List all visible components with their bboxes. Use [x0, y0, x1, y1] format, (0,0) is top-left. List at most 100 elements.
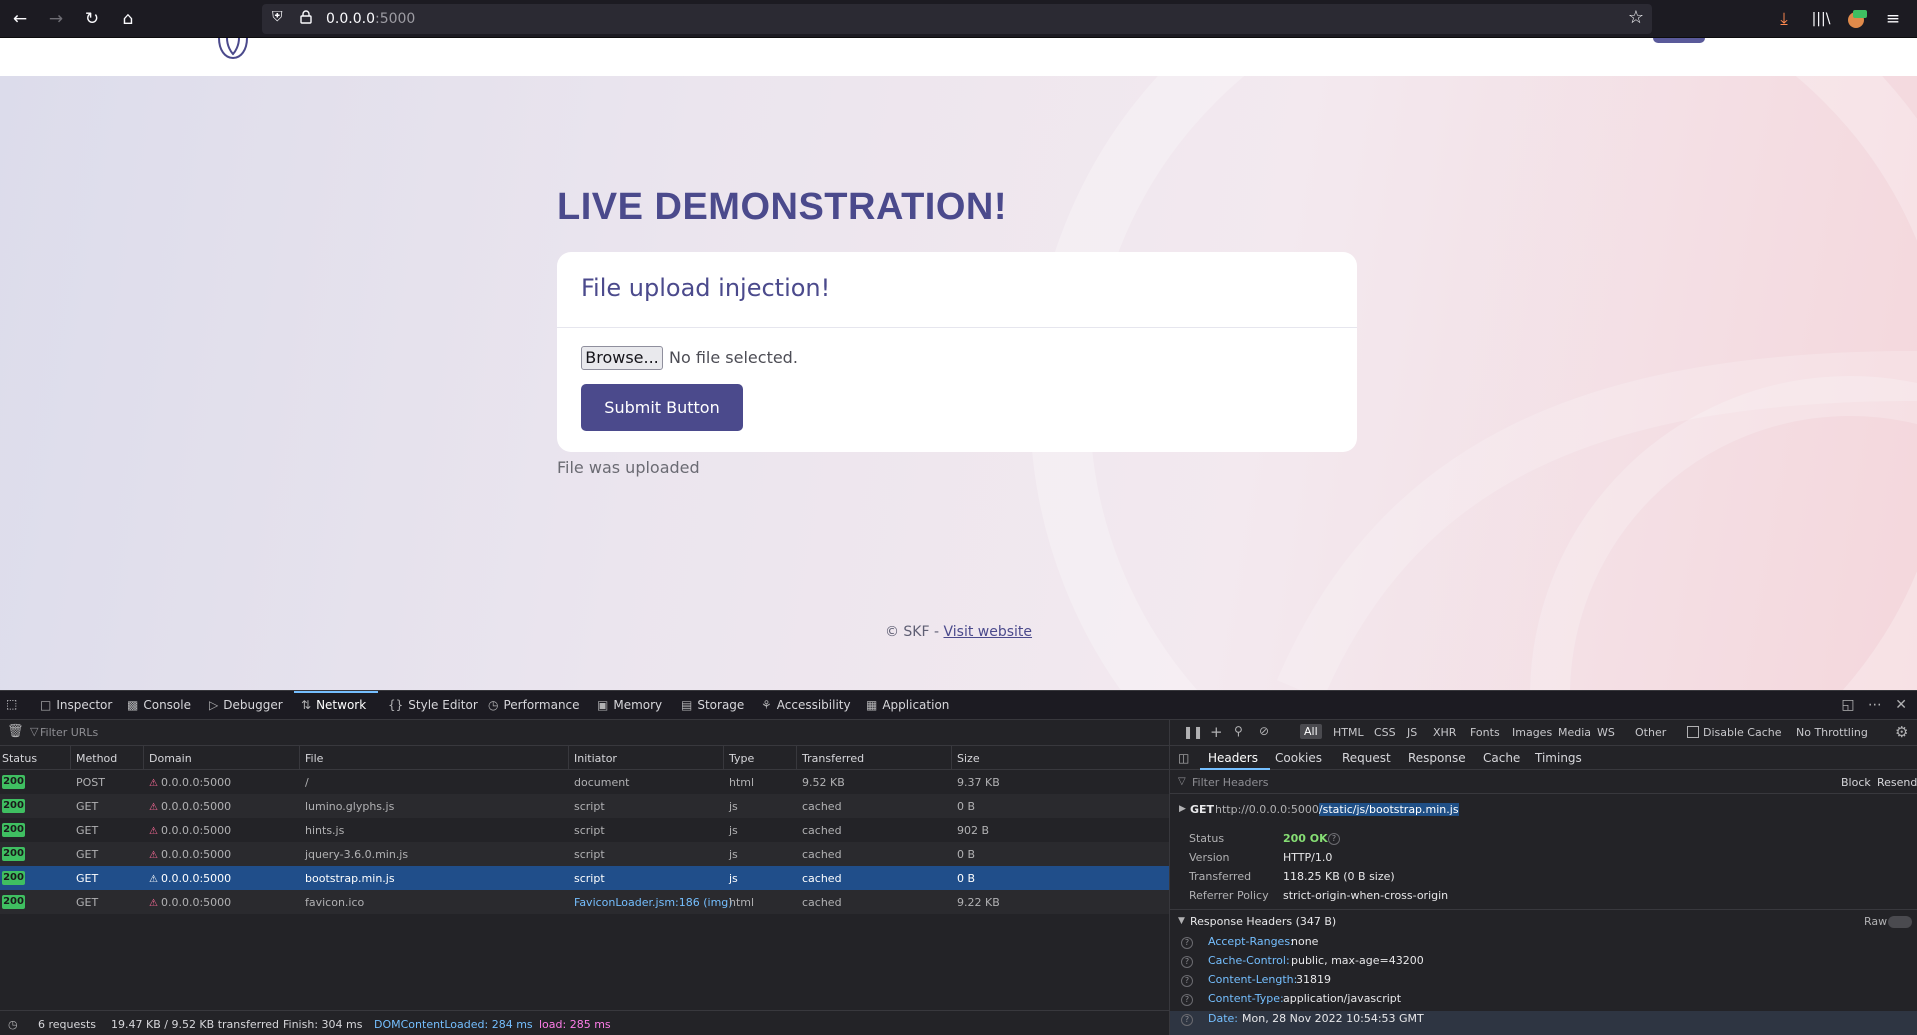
tab-headers[interactable]: Headers	[1208, 751, 1258, 765]
column-initiator[interactable]: Initiator	[574, 752, 617, 765]
tab-response[interactable]: Response	[1408, 751, 1466, 765]
tab-debugger[interactable]: ▷ Debugger	[209, 698, 283, 712]
search-icon[interactable]: ⚲	[1234, 724, 1243, 738]
more-options-icon[interactable]: ⋯	[1868, 697, 1882, 713]
submit-button[interactable]: Submit Button	[581, 384, 743, 431]
filter-type-images[interactable]: Images	[1512, 726, 1552, 739]
help-icon[interactable]: ?	[1181, 994, 1193, 1006]
bookmark-star-icon[interactable]: ☆	[1628, 7, 1644, 28]
cell-initiator-link[interactable]: FaviconLoader.jsm:186 (img)	[574, 896, 733, 909]
expand-triangle-icon[interactable]: ▶	[1179, 804, 1186, 814]
visit-website-link[interactable]: Visit website	[944, 624, 1033, 640]
filter-urls-input[interactable]: Filter URLs	[40, 726, 98, 739]
tab-cookies[interactable]: Cookies	[1275, 751, 1322, 765]
tab-timings[interactable]: Timings	[1535, 751, 1582, 765]
burp-extension-icon[interactable]	[1843, 6, 1869, 32]
add-icon[interactable]: +	[1210, 723, 1223, 741]
request-url-path: /static/js/bootstrap.min.js	[1318, 803, 1459, 816]
forward-arrow-icon[interactable]: →	[43, 6, 69, 32]
help-icon[interactable]: ?	[1328, 833, 1340, 845]
tab-cache[interactable]: Cache	[1483, 751, 1520, 765]
table-row[interactable]: 200 GET ⚠ 0.0.0.0:5000 jquery-3.6.0.min.j…	[0, 842, 1169, 866]
cell-domain: ⚠ 0.0.0.0:5000	[149, 800, 231, 813]
raw-toggle[interactable]	[1888, 916, 1912, 928]
table-row[interactable]: 200 GET ⚠ 0.0.0.0:5000 lumino.glyphs.js s…	[0, 794, 1169, 818]
tab-storage[interactable]: ▤ Storage	[681, 698, 744, 712]
column-size[interactable]: Size	[957, 752, 980, 765]
help-icon[interactable]: ?	[1181, 975, 1193, 987]
filter-type-all[interactable]: All	[1300, 724, 1322, 739]
lock-icon[interactable]	[300, 10, 312, 28]
network-toolbar: 🗑 ▽ Filter URLs	[0, 720, 1169, 746]
download-icon[interactable]: ⤓	[1771, 6, 1797, 32]
toggle-sidebar-icon[interactable]: ◫	[1178, 751, 1189, 765]
table-row[interactable]: 200 GET ⚠ 0.0.0.0:5000 favicon.ico Favico…	[0, 890, 1169, 914]
tab-label: Inspector	[56, 698, 113, 712]
help-icon[interactable]: ?	[1181, 956, 1193, 968]
tab-network[interactable]: ⇅ Network	[301, 698, 366, 712]
column-transferred[interactable]: Transferred	[802, 752, 864, 765]
column-domain[interactable]: Domain	[149, 752, 192, 765]
request-count: 6 requests	[38, 1018, 97, 1031]
tab-label: Network	[316, 698, 367, 712]
shield-icon[interactable]: ⛨	[272, 9, 283, 25]
pause-icon[interactable]: ❚❚	[1183, 725, 1203, 739]
reload-icon[interactable]: ↻	[79, 6, 105, 32]
filter-headers-input[interactable]: Filter Headers	[1192, 776, 1269, 789]
back-arrow-icon[interactable]: ←	[7, 6, 33, 32]
tab-request[interactable]: Request	[1342, 751, 1391, 765]
filter-type-media[interactable]: Media	[1558, 726, 1591, 739]
site-logo-icon[interactable]	[205, 38, 261, 60]
block-button[interactable]: Block	[1841, 776, 1871, 789]
tab-application[interactable]: ▦ Application	[866, 698, 949, 712]
tab-performance[interactable]: ◷ Performance	[488, 698, 580, 712]
cell-size: 9.22 KB	[957, 896, 1000, 909]
resend-button[interactable]: Resend	[1877, 776, 1917, 789]
table-row[interactable]: ? Date: Mon, 28 Nov 2022 10:54:53 GMT	[1170, 1011, 1917, 1035]
element-picker-icon[interactable]: ⬚	[6, 697, 17, 711]
dock-icon[interactable]: ◱	[1841, 697, 1854, 713]
table-row[interactable]: 200 GET ⚠ 0.0.0.0:5000 hints.js script js…	[0, 818, 1169, 842]
domain-text: 0.0.0.0:5000	[160, 800, 232, 813]
tab-style-editor[interactable]: {} Style Editor	[388, 698, 478, 712]
tab-inspector[interactable]: □ Inspector	[40, 698, 112, 712]
timer-icon[interactable]: ◷	[8, 1018, 18, 1031]
nav-button[interactable]	[1653, 38, 1705, 43]
clear-trash-icon[interactable]: 🗑	[7, 724, 24, 739]
column-method[interactable]: Method	[76, 752, 117, 765]
column-type[interactable]: Type	[729, 752, 754, 765]
url-bar[interactable]: ⛨ 0.0.0.0:5000 ☆	[262, 4, 1652, 34]
library-icon[interactable]: |||\	[1808, 6, 1834, 32]
hamburger-menu-icon[interactable]: ≡	[1880, 6, 1906, 32]
collapse-triangle-icon[interactable]: ▼	[1178, 916, 1185, 926]
cell-domain: ⚠ 0.0.0.0:5000	[149, 848, 231, 861]
filter-type-fonts[interactable]: Fonts	[1470, 726, 1500, 739]
column-status[interactable]: Status	[2, 752, 37, 765]
filter-type-other[interactable]: Other	[1635, 726, 1666, 739]
browse-file-button[interactable]: Browse...	[581, 346, 663, 370]
home-icon[interactable]: ⌂	[115, 6, 141, 32]
console-icon: ▩	[127, 698, 139, 712]
filter-type-ws[interactable]: WS	[1597, 726, 1615, 739]
response-headers-title[interactable]: Response Headers (347 B)	[1190, 915, 1336, 928]
column-file[interactable]: File	[305, 752, 323, 765]
tab-console[interactable]: ▩ Console	[127, 698, 191, 712]
tab-accessibility[interactable]: ⚘ Accessibility	[761, 698, 851, 712]
status-badge: 200	[2, 847, 25, 861]
filter-type-css[interactable]: CSS	[1374, 726, 1396, 739]
throttling-select[interactable]: No Throttling	[1796, 726, 1868, 739]
close-icon[interactable]: ✕	[1895, 697, 1907, 713]
disable-cache-checkbox[interactable]	[1687, 726, 1699, 738]
block-icon[interactable]: ⊘	[1259, 724, 1269, 738]
help-icon[interactable]: ?	[1181, 937, 1193, 949]
tab-memory[interactable]: ▣ Memory	[597, 698, 662, 712]
filter-type-html[interactable]: HTML	[1333, 726, 1364, 739]
table-row-selected[interactable]: 200 GET ⚠ 0.0.0.0:5000 bootstrap.min.js s…	[0, 866, 1169, 890]
filter-type-xhr[interactable]: XHR	[1433, 726, 1456, 739]
request-url[interactable]: http://0.0.0.0:5000/static/js/bootstrap.…	[1215, 803, 1459, 816]
settings-gear-icon[interactable]: ⚙	[1895, 723, 1908, 741]
cell-method: GET	[76, 824, 99, 837]
filter-type-js[interactable]: JS	[1407, 726, 1417, 739]
table-row[interactable]: 200 POST ⚠ 0.0.0.0:5000 / document html 9…	[0, 770, 1169, 794]
help-icon[interactable]: ?	[1181, 1014, 1193, 1026]
